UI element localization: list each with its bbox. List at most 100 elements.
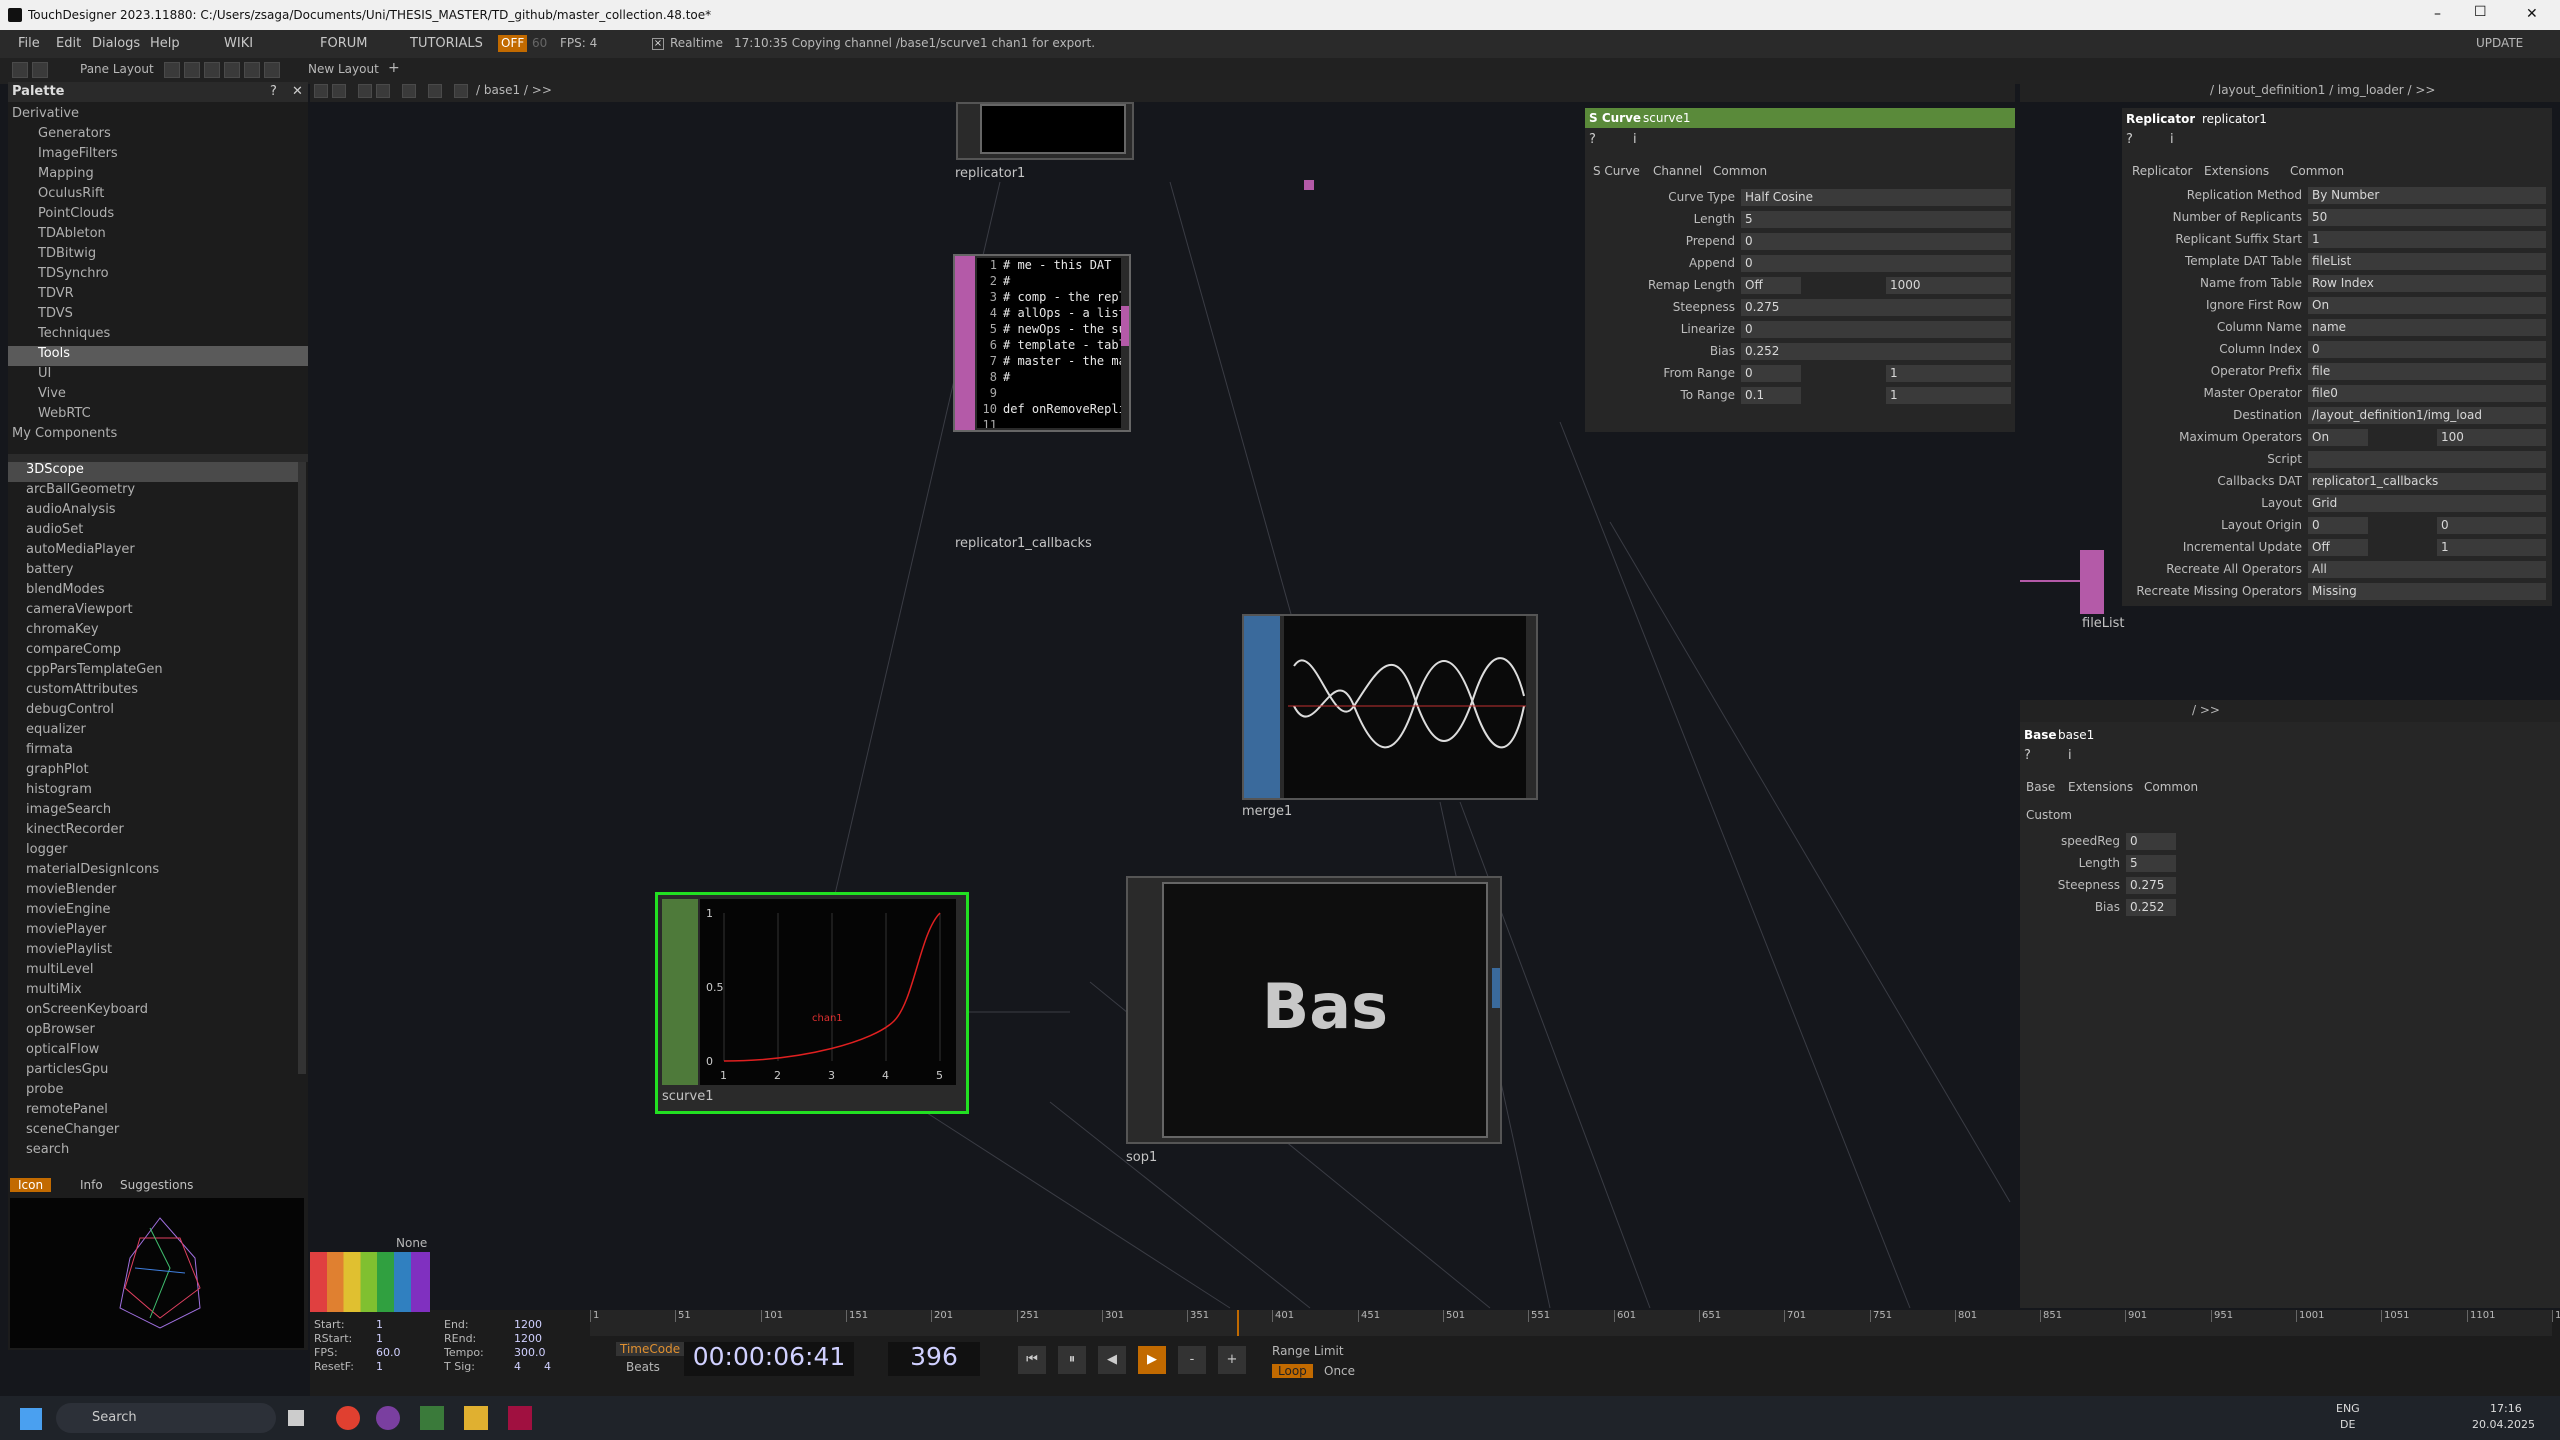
time-setting-value[interactable]: 300.0 <box>514 1346 546 1359</box>
component-item[interactable]: materialDesignIcons <box>8 862 298 882</box>
menu-help[interactable]: Help <box>150 36 180 51</box>
wiki-link[interactable]: WIKI <box>224 36 253 51</box>
time-setting-value[interactable]: 4 <box>514 1360 521 1373</box>
clock-date[interactable]: 20.04.2025 <box>2472 1418 2535 1431</box>
tab-info[interactable]: Info <box>80 1178 103 1192</box>
component-item[interactable]: audioSet <box>8 522 298 542</box>
frame-display[interactable]: 396 <box>888 1342 980 1376</box>
param-value[interactable]: By Number <box>2308 187 2546 204</box>
base-path[interactable]: / >> <box>2192 703 2220 717</box>
param-value[interactable]: 5 <box>2126 855 2176 872</box>
scurve-node[interactable]: 1 0.5 0 1 2 3 4 5 chan1 scurve1 <box>655 892 969 1114</box>
param-value[interactable]: Grid <box>2308 495 2546 512</box>
param-value[interactable]: 0.275 <box>2126 877 2176 894</box>
playhead[interactable] <box>1237 1310 1239 1336</box>
component-item[interactable]: equalizer <box>8 722 298 742</box>
timecode-toggle[interactable]: TimeCode <box>616 1342 685 1356</box>
param-value[interactable]: 0.252 <box>1741 343 2011 360</box>
loop-toggle[interactable]: Loop <box>1272 1364 1313 1378</box>
param-value[interactable]: 1 <box>2308 231 2546 248</box>
fps-box[interactable]: 60 <box>532 36 547 50</box>
param-value[interactable]: 0 <box>2308 517 2368 534</box>
param-value[interactable]: 0 <box>2308 341 2546 358</box>
palette-tree-item[interactable]: Techniques <box>8 326 308 346</box>
component-item[interactable]: compareComp <box>8 642 298 662</box>
minus-button[interactable]: - <box>1178 1346 1206 1374</box>
param-value-2[interactable]: 1 <box>2437 539 2546 556</box>
time-setting-value[interactable]: 1200 <box>514 1332 542 1345</box>
palette-tree-item[interactable]: TDBitwig <box>8 246 308 266</box>
param-value[interactable]: 0.1 <box>1741 387 1801 404</box>
param-value[interactable]: 0 <box>1741 365 1801 382</box>
parent-icon[interactable] <box>454 84 468 98</box>
component-item[interactable]: imageSearch <box>8 802 298 822</box>
callbacks-node[interactable]: 1# me - this DAT2#3# comp - the replicat… <box>953 254 1131 432</box>
star-icon[interactable] <box>428 84 442 98</box>
new-layout-button[interactable]: New Layout <box>308 62 379 76</box>
taskbar-search[interactable]: Search <box>56 1403 276 1433</box>
touchdesigner-icon[interactable] <box>420 1406 444 1430</box>
callbacks-code[interactable]: 1# me - this DAT2#3# comp - the replicat… <box>977 258 1121 428</box>
net-menu-icon[interactable] <box>314 84 328 98</box>
replicator-node[interactable] <box>956 102 1134 160</box>
sop-node[interactable]: Bas <box>1126 876 1502 1144</box>
component-item[interactable]: battery <box>8 562 298 582</box>
close-button[interactable]: ✕ <box>2526 6 2538 22</box>
component-item[interactable]: debugControl <box>8 702 298 722</box>
param-value[interactable]: 0 <box>1741 321 2011 338</box>
param-value[interactable]: Off <box>2308 539 2368 556</box>
menu-edit[interactable]: Edit <box>56 36 81 51</box>
help-icon[interactable]: ? <box>1589 132 1596 147</box>
layout-icon-2[interactable] <box>184 62 200 78</box>
replicator-output[interactable] <box>1304 180 1314 190</box>
tab-scurve[interactable]: S Curve <box>1593 164 1640 178</box>
param-value-2[interactable]: 100 <box>2437 429 2546 446</box>
palette-tree-item[interactable]: TDSynchro <box>8 266 308 286</box>
component-item[interactable]: autoMediaPlayer <box>8 542 298 562</box>
component-item[interactable]: moviePlayer <box>8 922 298 942</box>
tab-base[interactable]: Base <box>2026 780 2055 794</box>
param-value[interactable]: 0 <box>1741 233 2011 250</box>
component-item[interactable]: opBrowser <box>8 1022 298 1042</box>
palette-tree-item[interactable]: PointClouds <box>8 206 308 226</box>
forward-icon[interactable] <box>376 84 390 98</box>
component-item[interactable]: probe <box>8 1082 298 1102</box>
info-icon[interactable]: i <box>2068 748 2072 763</box>
time-setting-value[interactable]: 1 <box>376 1332 383 1345</box>
component-item[interactable]: remotePanel <box>8 1102 298 1122</box>
palette-tree-item[interactable]: Mapping <box>8 166 308 186</box>
net-square-icon[interactable] <box>332 84 346 98</box>
layout-icon-6[interactable] <box>264 62 280 78</box>
component-item[interactable]: arcBallGeometry <box>8 482 298 502</box>
param-value-2[interactable]: 1 <box>1886 387 2011 404</box>
palette-tree-item[interactable]: WebRTC <box>8 406 308 426</box>
help-icon[interactable]: ? <box>2126 132 2133 147</box>
language-eng[interactable]: ENG <box>2336 1402 2360 1415</box>
tab-extensions[interactable]: Extensions <box>2204 164 2269 178</box>
palette-tree-item[interactable]: Vive <box>8 386 308 406</box>
component-item[interactable]: sceneChanger <box>8 1122 298 1142</box>
off-toggle[interactable]: OFF <box>498 35 528 52</box>
layout-icon-1[interactable] <box>164 62 180 78</box>
param-value-2[interactable]: 1 <box>1886 365 2011 382</box>
forum-link[interactable]: FORUM <box>320 36 367 51</box>
param-value[interactable]: fileList <box>2308 253 2546 270</box>
component-item[interactable]: histogram <box>8 782 298 802</box>
plus-button[interactable]: + <box>1218 1346 1246 1374</box>
tab-extensions[interactable]: Extensions <box>2068 780 2133 794</box>
palette-tree-item[interactable]: Derivative <box>8 106 308 126</box>
time-ruler[interactable]: 1 51 101 151 201 251 301 351 401 451 501 551 601 651 7… <box>590 1310 2560 1336</box>
param-value-2[interactable]: 0 <box>2437 517 2546 534</box>
list-scrollbar[interactable] <box>298 462 306 1074</box>
component-item[interactable]: multiMix <box>8 982 298 1002</box>
back-icon[interactable] <box>358 84 372 98</box>
param-value[interactable]: /layout_definition1/img_load <box>2308 407 2546 424</box>
param-value[interactable]: 0 <box>2126 833 2176 850</box>
param-value[interactable]: All <box>2308 561 2546 578</box>
chrome-icon[interactable] <box>336 1406 360 1430</box>
tab-common[interactable]: Common <box>1713 164 1767 178</box>
base-name[interactable]: base1 <box>2058 728 2094 742</box>
param-value[interactable]: Missing <box>2308 583 2546 600</box>
tutorials-link[interactable]: TUTORIALS <box>410 36 483 51</box>
beats-toggle[interactable]: Beats <box>626 1360 660 1374</box>
